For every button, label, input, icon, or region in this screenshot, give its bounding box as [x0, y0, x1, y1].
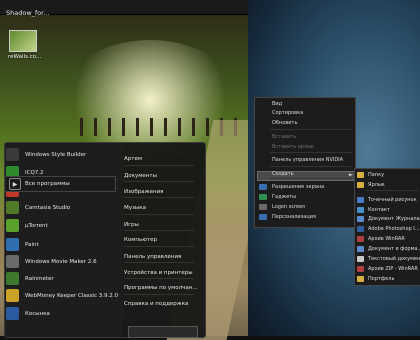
- file-type-icon: [357, 226, 364, 232]
- window-titlebar[interactable]: Shadow_for...: [0, 0, 248, 17]
- desktop-icon[interactable]: reWalls.co...: [8, 30, 42, 60]
- submenu-item[interactable]: Архив ZIP - WinRAR: [368, 266, 418, 272]
- separator: [124, 214, 194, 215]
- file-type-icon: [357, 207, 364, 213]
- submenu-item[interactable]: Документ Журнала...: [368, 216, 420, 222]
- file-type-icon: [357, 216, 364, 222]
- menu-item-icon: [259, 214, 267, 220]
- start-menu-link[interactable]: Изображения: [124, 189, 163, 195]
- file-type-icon: [357, 236, 364, 242]
- submenu-item[interactable]: Текстовый докумен...: [368, 256, 420, 262]
- start-menu-link[interactable]: Музыка: [124, 205, 146, 211]
- file-type-icon: [357, 246, 364, 252]
- separator: [124, 197, 194, 198]
- file-type-icon: [357, 256, 364, 262]
- context-menu-item[interactable]: Logon screen: [272, 204, 305, 210]
- separator: [270, 166, 352, 167]
- start-menu-link[interactable]: Справка и поддержка: [124, 301, 188, 307]
- window-title: Shadow_for...: [6, 9, 50, 17]
- file-type-icon: [357, 276, 364, 282]
- movie-icon: [6, 255, 19, 268]
- utorrent-icon: [6, 219, 19, 232]
- start-menu-link[interactable]: Устройства и принтеры: [124, 270, 193, 276]
- menu-item-icon: [259, 204, 267, 210]
- start-menu-link[interactable]: Компьютер: [124, 237, 157, 243]
- separator: [124, 294, 194, 295]
- submenu-item[interactable]: Портфель: [368, 276, 394, 282]
- file-type-icon: [357, 266, 364, 272]
- menu-item-icon: [259, 184, 267, 190]
- program-label: µTorrent: [25, 222, 48, 229]
- file-type-icon: [357, 182, 364, 188]
- separator: [270, 178, 352, 179]
- program-item[interactable]: WebMoney Keeper Classic 3.9.2.0: [6, 287, 118, 304]
- file-type-icon: [357, 172, 364, 178]
- start-menu-link[interactable]: Артем: [124, 156, 142, 162]
- program-label: Windows Movie Maker 2.6: [25, 258, 97, 265]
- cards-icon: [6, 307, 19, 320]
- all-programs-label: Все программы: [25, 181, 70, 187]
- program-item[interactable]: Windows Style Builder: [6, 146, 116, 163]
- program-label: Windows Style Builder: [25, 151, 87, 158]
- start-menu-link[interactable]: Игры: [124, 222, 139, 228]
- separator: [270, 129, 352, 130]
- separator: [124, 230, 194, 231]
- separator: [124, 181, 194, 182]
- paint-icon: [6, 238, 19, 251]
- program-label: Rainmeter: [25, 275, 54, 282]
- gear-icon: [6, 148, 19, 161]
- submenu-item[interactable]: Ярлык: [368, 182, 385, 188]
- menu-item-icon: [259, 194, 267, 200]
- program-label: WebMoney Keeper Classic 3.9.2.0: [25, 292, 118, 299]
- context-menu-item[interactable]: Разрешение экрана: [272, 184, 324, 190]
- submenu-item[interactable]: Adobe Photoshop I...: [368, 226, 420, 232]
- all-programs-button[interactable]: ▶ Все программы: [4, 176, 116, 192]
- context-menu-item[interactable]: Панель управления NVIDIA: [272, 157, 343, 163]
- program-item[interactable]: Camtasia Studio: [6, 199, 116, 216]
- program-label: Paint: [25, 241, 39, 248]
- program-item[interactable]: Paint: [6, 236, 116, 253]
- separator: [124, 246, 194, 247]
- context-menu-item[interactable]: Обновить: [272, 120, 297, 126]
- desktop-icon-label: reWalls.co...: [8, 54, 42, 60]
- separator: [124, 278, 194, 279]
- file-type-icon: [357, 197, 364, 203]
- separator: [270, 152, 352, 153]
- context-menu-item[interactable]: Создать: [272, 171, 294, 177]
- program-item[interactable]: Rainmeter: [6, 270, 116, 287]
- rainmeter-icon: [6, 272, 19, 285]
- image-file-icon: [9, 30, 37, 52]
- start-menu-link[interactable]: Панель управления: [124, 254, 181, 260]
- context-menu-item[interactable]: Персонализация: [272, 214, 316, 220]
- submenu-item[interactable]: Контакт: [368, 207, 390, 213]
- program-item[interactable]: Косынка: [6, 305, 116, 322]
- camtasia-icon: [6, 201, 19, 214]
- separator: [366, 190, 418, 191]
- program-item[interactable]: µTorrent: [6, 217, 116, 234]
- start-menu-link[interactable]: Программы по умолчан...: [124, 285, 198, 291]
- program-label: Camtasia Studio: [25, 204, 71, 211]
- separator: [124, 165, 194, 166]
- submenu-item[interactable]: Документ в форма...: [368, 246, 420, 252]
- submenu-item[interactable]: Точечный рисунок: [368, 197, 417, 203]
- context-menu-item[interactable]: Вставить: [272, 134, 296, 140]
- shutdown-button[interactable]: [128, 326, 198, 338]
- submenu-item[interactable]: Архив WinRAR: [368, 236, 405, 242]
- webmoney-icon: [6, 289, 19, 302]
- context-menu-item[interactable]: Вид: [272, 101, 282, 107]
- program-item[interactable]: Windows Movie Maker 2.6: [6, 253, 116, 270]
- program-label: ICQ7.2: [25, 169, 44, 176]
- context-menu-item[interactable]: Гаджеты: [272, 194, 296, 200]
- context-menu-item[interactable]: Вставить ярлык: [272, 144, 314, 150]
- separator: [124, 262, 194, 263]
- arrow-right-icon: ▶: [9, 178, 21, 190]
- submenu-item[interactable]: Папку: [368, 172, 384, 178]
- start-menu-link[interactable]: Документы: [124, 173, 157, 179]
- context-menu-item[interactable]: Сортировка: [272, 110, 303, 116]
- program-label: Косынка: [25, 310, 50, 317]
